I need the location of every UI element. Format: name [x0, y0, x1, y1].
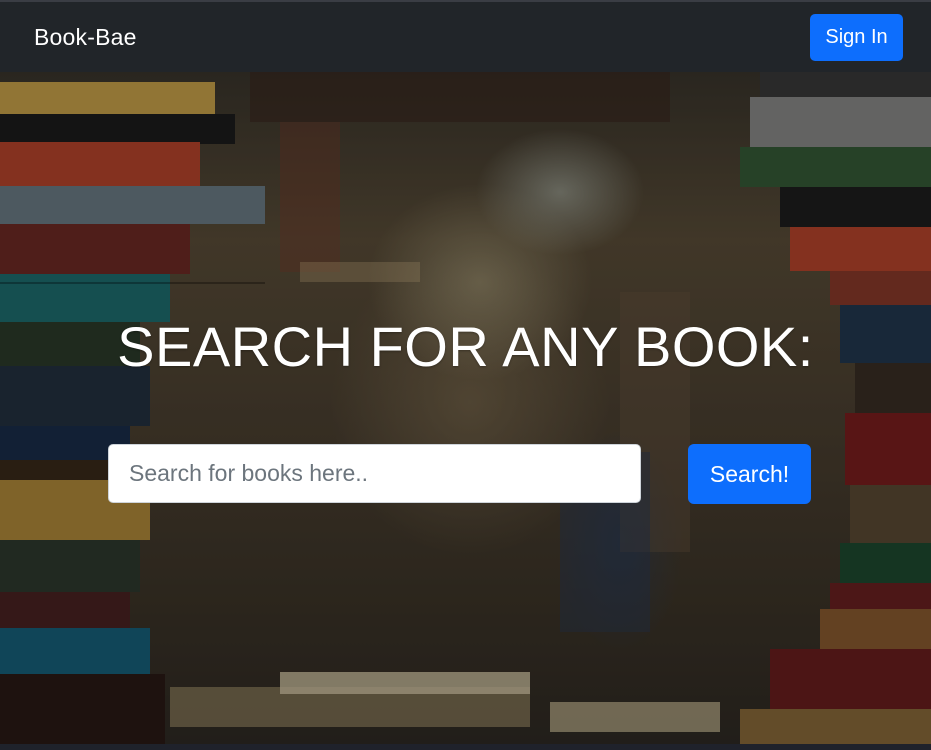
page: Book-Bae Sign In SEARCH FOR ANY BOOK: Se…: [0, 0, 931, 750]
hero-overlay: [0, 72, 931, 744]
page-footer-strip: [0, 744, 931, 750]
hero-headline: SEARCH FOR ANY BOOK:: [117, 315, 814, 378]
search-button[interactable]: Search!: [688, 444, 811, 504]
navbar: Book-Bae Sign In: [0, 0, 931, 72]
book-search-input[interactable]: [108, 444, 641, 503]
brand-link[interactable]: Book-Bae: [34, 24, 137, 51]
hero-section: SEARCH FOR ANY BOOK: Search!: [0, 72, 931, 744]
sign-in-button[interactable]: Sign In: [810, 13, 903, 61]
